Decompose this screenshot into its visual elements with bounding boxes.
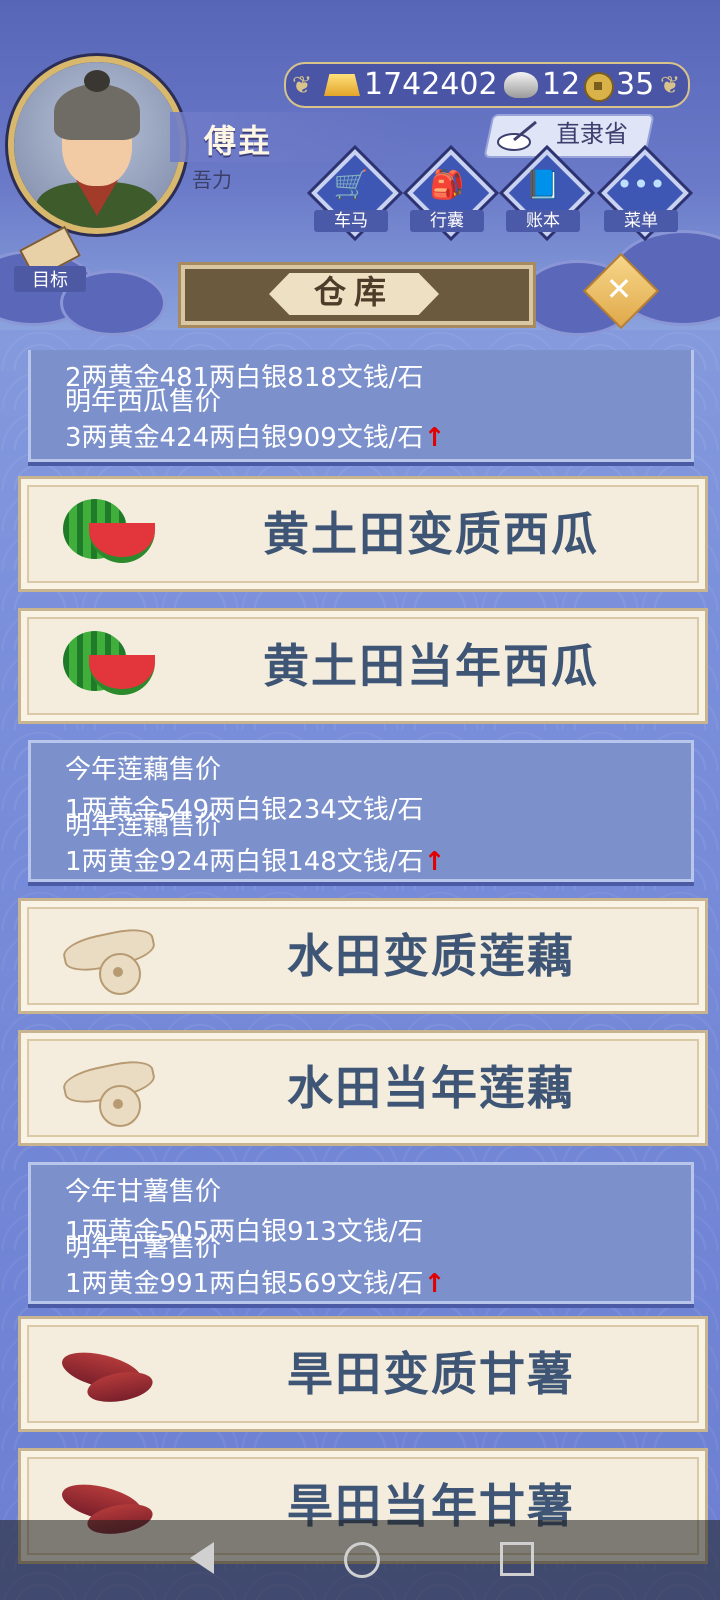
avatar[interactable] — [8, 56, 186, 234]
more-icon: ••• — [616, 168, 666, 201]
item-name: 黄土田当年西瓜 — [263, 639, 599, 693]
gold-amount: 1742402 — [364, 67, 498, 102]
avatar-hair — [54, 84, 140, 140]
sweet-potato-icon — [58, 1337, 159, 1413]
nav-carriage-button[interactable]: 🛒 车马 — [310, 149, 399, 238]
price-card-lotus: 今年莲藕售价 1两黄金549两白银234文钱/石 明年莲藕售价 1两黄金924两… — [28, 740, 694, 882]
price-card-watermelon: 2两黄金481两白银818文钱/石 明年西瓜售价 3两黄金424两白银909文钱… — [28, 350, 694, 462]
price-line-next-year: 1两黄金991两白银569文钱/石↑ — [65, 1269, 446, 1299]
price-line: 今年莲藕售价 — [65, 755, 222, 785]
nav-label: 车马 — [314, 210, 388, 232]
watermelon-icon — [59, 497, 159, 573]
system-navigation-bar — [0, 1520, 720, 1600]
watermelon-icon — [59, 629, 159, 705]
price-line: 明年莲藕售价 — [65, 811, 222, 841]
list-item[interactable]: 水田当年莲藕 — [18, 1030, 708, 1146]
item-name: 旱田变质甘薯 — [287, 1347, 575, 1401]
leaf-ornament-icon: ❦ — [659, 71, 681, 99]
list-item[interactable]: 黄土田当年西瓜 — [18, 608, 708, 724]
price-line-next-year: 1两黄金924两白银148文钱/石↑ — [65, 847, 446, 877]
carriage-icon: 🛒 — [333, 168, 369, 201]
silver-ingot-icon — [504, 72, 538, 98]
ledger-icon: 📘 — [525, 168, 561, 201]
home-icon[interactable] — [344, 1542, 380, 1578]
copper-coin-icon — [584, 72, 614, 102]
lotus-root-icon — [59, 1051, 159, 1127]
close-icon[interactable]: ✕ — [594, 264, 644, 314]
goal-label: 目标 — [14, 266, 86, 292]
nav-bag-button[interactable]: 🎒 行囊 — [406, 149, 495, 238]
leaf-ornament-icon: ❦ — [291, 71, 313, 99]
price-line: 今年甘薯售价 — [65, 1177, 222, 1207]
item-name: 黄土田变质西瓜 — [263, 507, 599, 561]
goal-button[interactable]: 目标 — [14, 225, 86, 294]
back-icon[interactable] — [190, 1542, 214, 1574]
recent-apps-icon[interactable] — [500, 1542, 534, 1576]
bag-icon: 🎒 — [429, 168, 465, 201]
ink-brush-icon — [497, 120, 537, 151]
price-line-next-year: 3两黄金424两白银909文钱/石↑ — [65, 423, 446, 453]
price-line: 明年西瓜售价 — [65, 387, 222, 417]
coin-amount: 35 — [616, 67, 655, 102]
nav-label: 菜单 — [604, 210, 678, 232]
avatar-hair-bun — [84, 70, 110, 92]
list-item[interactable]: 黄土田变质西瓜 — [18, 476, 708, 592]
page-title: 仓库 — [313, 273, 394, 311]
nav-ledger-button[interactable]: 📘 账本 — [502, 149, 591, 238]
player-name: 傅垚 — [204, 122, 273, 160]
gold-ingot-icon — [324, 74, 360, 96]
price-line: 明年甘薯售价 — [65, 1233, 222, 1263]
silver-amount: 12 — [542, 67, 581, 102]
warehouse-list[interactable]: 2两黄金481两白银818文钱/石 明年西瓜售价 3两黄金424两白银909文钱… — [0, 350, 720, 1600]
nav-menu-button[interactable]: ••• 菜单 — [600, 149, 689, 238]
lotus-root-icon — [59, 919, 159, 995]
price-card-sweet-potato: 今年甘薯售价 1两黄金505两白银913文钱/石 明年甘薯售价 1两黄金991两… — [28, 1162, 694, 1304]
page-title-frame: 仓库 — [178, 262, 536, 328]
location-text: 直隶省 — [556, 120, 628, 148]
nav-label: 账本 — [506, 210, 580, 232]
currency-bar: ❦ 1742402 12 35 ❦ — [284, 62, 690, 108]
player-subtitle: 吾力 — [192, 168, 232, 192]
price-up-arrow-icon: ↑ — [423, 1269, 446, 1299]
item-name: 水田变质莲藕 — [287, 929, 575, 983]
item-name: 水田当年莲藕 — [287, 1061, 575, 1115]
list-item[interactable]: 旱田变质甘薯 — [18, 1316, 708, 1432]
price-up-arrow-icon: ↑ — [423, 847, 446, 877]
list-item[interactable]: 水田变质莲藕 — [18, 898, 708, 1014]
price-up-arrow-icon: ↑ — [423, 423, 446, 453]
nav-label: 行囊 — [410, 210, 484, 232]
